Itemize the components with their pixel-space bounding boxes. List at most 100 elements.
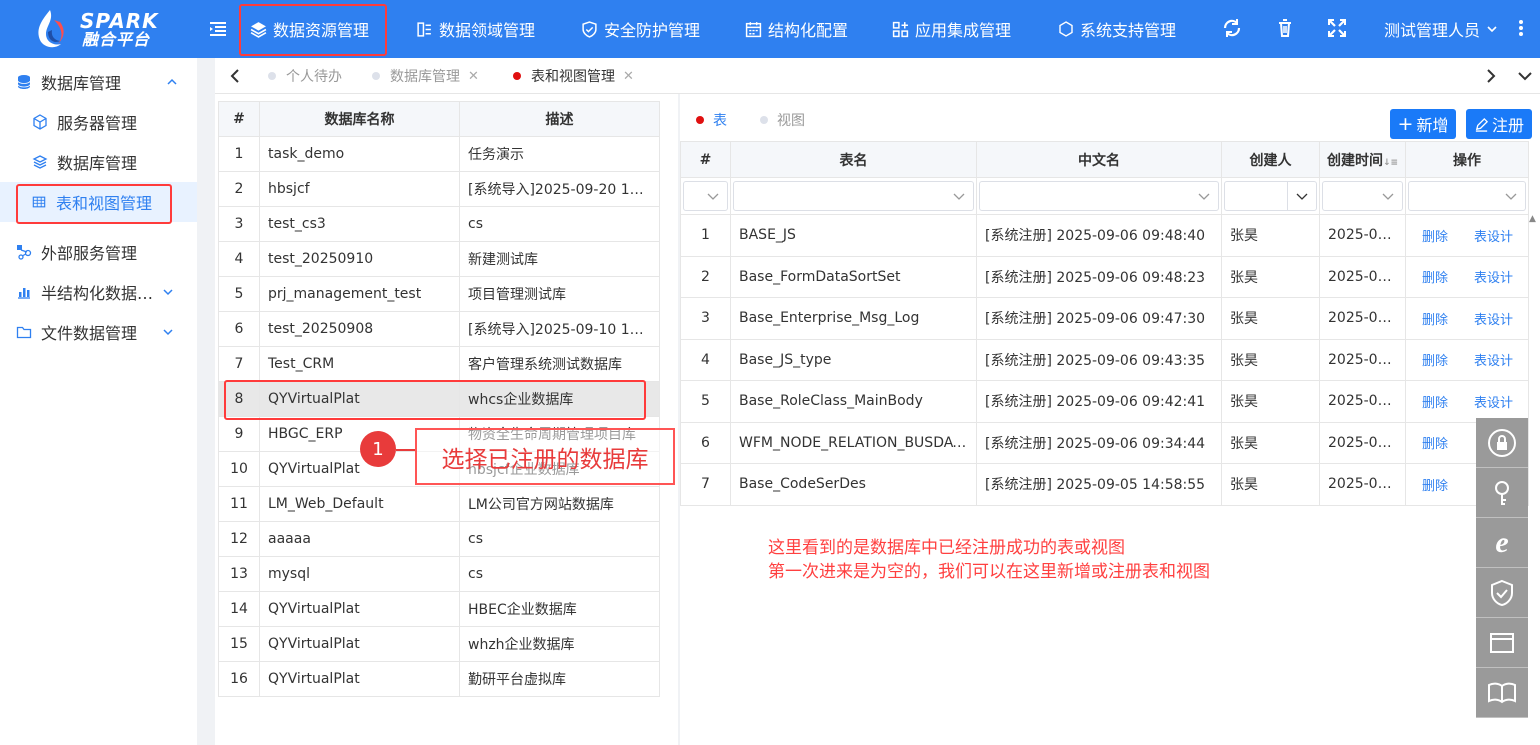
table-row[interactable]: 7 Test_CRM 客户管理系统测试数据库	[218, 346, 660, 382]
close-icon[interactable]: ✕	[623, 69, 634, 84]
table-row[interactable]: 6test_20250908[系统导入]2025-09-10 15:12:08	[218, 311, 660, 347]
user-menu[interactable]: 测试管理人员	[1384, 0, 1498, 58]
delete-link[interactable]: 删除	[1422, 479, 1448, 494]
table-row[interactable]: 8 QYVirtualPlat whcs企业数据库	[218, 381, 660, 417]
delete-link[interactable]: 删除	[1422, 313, 1448, 328]
tab-database-management[interactable]: 数据库管理 ✕	[372, 58, 479, 94]
chevron-down-icon[interactable]	[1513, 64, 1537, 88]
table-row[interactable]: 2hbsjcf[系统导入]2025-09-20 11:23:41	[218, 171, 660, 207]
row-number: 5	[680, 380, 731, 423]
table-row[interactable]: 14 QYVirtualPlat HBEC企业数据库	[218, 591, 660, 627]
add-button[interactable]: + 新增	[1390, 109, 1456, 139]
table-design-link[interactable]: 表设计	[1474, 354, 1513, 369]
subtab-tables[interactable]: 表	[696, 103, 727, 137]
table-row[interactable]: 1 task_demo 任务演示	[218, 136, 660, 172]
table-row[interactable]: 12 aaaaa cs	[218, 521, 660, 557]
table-row[interactable]: 16 QYVirtualPlat 勤研平台虚拟库	[218, 661, 660, 697]
table-row[interactable]: 1 BASE_JS [系统注册] 2025-09-06 09:48:40 张昊 2025…	[680, 214, 1529, 257]
calendar-icon	[745, 21, 762, 37]
delete-link[interactable]: 删除	[1422, 271, 1448, 286]
table-row[interactable]: 5 prj_management_test 项目管理测试库	[218, 276, 660, 312]
table-row[interactable]: 6 WFM_NODE_RELATION_BUSDATA [系统注册] 2025-09…	[680, 421, 1529, 464]
nav-item-data-resource[interactable]: 数据资源管理	[250, 0, 369, 58]
table-design-link[interactable]: 表设计	[1474, 313, 1513, 328]
nav-item-app-integration[interactable]: 应用集成管理	[892, 0, 1011, 58]
subtab-views[interactable]: 视图	[760, 103, 805, 137]
sidebar-item-database-group[interactable]: 数据库管理	[0, 62, 197, 102]
register-button[interactable]: 注册	[1466, 109, 1532, 139]
table-name: WFM_NODE_RELATION_BUSDATA	[730, 421, 977, 464]
browser-icon[interactable]: e	[1476, 518, 1528, 568]
flame-logo-icon	[38, 10, 64, 48]
close-icon[interactable]: ✕	[468, 69, 479, 84]
nav-item-security[interactable]: 安全防护管理	[581, 0, 700, 58]
delete-link[interactable]: 删除	[1422, 437, 1448, 452]
table-design-link[interactable]: 表设计	[1474, 396, 1513, 411]
column-header-label: 创建时间	[1326, 152, 1383, 169]
table-row[interactable]: 7 Base_CodeSerDes [系统注册] 2025-09-05 14:58:…	[680, 463, 1529, 506]
table-row[interactable]: 5 Base_RoleClass_MainBody [系统注册] 2025-09-0…	[680, 380, 1529, 423]
created-time: 2025-09-06 09:48:23	[1319, 255, 1406, 298]
nav-item-data-domain[interactable]: 数据领域管理	[416, 0, 535, 58]
chevron-left-icon[interactable]	[223, 64, 247, 88]
database-name: Test_CRM	[259, 346, 460, 382]
table-row[interactable]: 15 QYVirtualPlat whzh企业数据库	[218, 626, 660, 662]
table-row[interactable]: 11 LM_Web_Default LM公司官方网站数据库	[218, 486, 660, 522]
shield-check-icon[interactable]	[1476, 568, 1528, 618]
column-header: 创建人	[1221, 141, 1320, 178]
tab-label: 个人待办	[286, 69, 342, 85]
table-row[interactable]: 13 mysql cs	[218, 556, 660, 592]
delete-link[interactable]: 删除	[1422, 230, 1448, 245]
database-name: hbsjcf	[259, 171, 460, 207]
filter-select[interactable]	[979, 181, 1219, 211]
sidebar-item-database[interactable]: 数据库管理	[0, 142, 197, 182]
sidebar-item-tables-views[interactable]: 表和视图管理	[0, 182, 197, 222]
table-design-link[interactable]: 表设计	[1474, 230, 1513, 245]
sidebar-item-server[interactable]: 服务器管理	[0, 102, 197, 142]
database-name: QYVirtualPlat	[259, 626, 460, 662]
tab-tables-views[interactable]: 表和视图管理 ✕	[513, 58, 634, 94]
row-number: 13	[218, 556, 260, 592]
refresh-icon[interactable]	[1220, 16, 1244, 40]
sidebar-item-file-data[interactable]: 文件数据管理	[0, 312, 197, 352]
table-row[interactable]: 4 test_20250910 新建测试库	[218, 241, 660, 277]
window-icon[interactable]	[1476, 618, 1528, 668]
table-row[interactable]: 2 Base_FormDataSortSet [系统注册] 2025-09-06 0…	[680, 255, 1529, 298]
sidebar-item-semi-structured[interactable]: 半结构化数据管理	[0, 272, 197, 312]
sidebar-item-external-service[interactable]: 外部服务管理	[0, 232, 197, 272]
filter-select[interactable]	[683, 181, 728, 211]
fullscreen-icon[interactable]	[1325, 16, 1349, 40]
more-vertical-icon[interactable]	[1514, 16, 1528, 40]
filter-select[interactable]	[1224, 181, 1317, 211]
table-row[interactable]: 3 test_cs3 cs	[218, 206, 660, 242]
nav-item-structured-config[interactable]: 结构化配置	[745, 0, 848, 58]
table-design-link[interactable]: 表设计	[1474, 271, 1513, 286]
tab-personal-todo[interactable]: 个人待办	[268, 58, 342, 94]
filter-select[interactable]	[733, 181, 974, 211]
row-number: 3	[218, 206, 260, 242]
apps-icon	[892, 21, 909, 37]
created-time: 2025-09-06 09:42:41	[1319, 380, 1406, 423]
delete-link[interactable]: 删除	[1422, 354, 1448, 369]
trash-icon[interactable]	[1273, 16, 1297, 40]
table-row[interactable]: 4 Base_JS_type [系统注册] 2025-09-06 09:43:35 张…	[680, 338, 1529, 381]
row-number: 4	[218, 241, 260, 277]
filter-select[interactable]	[1408, 181, 1526, 211]
row-number: 15	[218, 626, 260, 662]
chevron-right-icon[interactable]	[1479, 64, 1503, 88]
table-row[interactable]: 3 Base_Enterprise_Msg_Log [系统注册] 2025-09-0…	[680, 297, 1529, 340]
delete-link[interactable]: 删除	[1422, 396, 1448, 411]
book-icon[interactable]	[1476, 668, 1528, 718]
filter-select[interactable]	[1322, 181, 1403, 211]
menu-toggle-icon[interactable]	[206, 17, 230, 41]
column-header-sortable[interactable]: 创建时间↓≡	[1319, 141, 1406, 178]
key-icon[interactable]	[1476, 468, 1528, 518]
nav-item-system-support[interactable]: 系统支持管理	[1058, 0, 1176, 58]
scroll-up-arrow[interactable]: ▲	[1529, 214, 1536, 224]
row-number: 6	[218, 311, 260, 347]
database-description: HBEC企业数据库	[459, 591, 660, 627]
lock-icon[interactable]	[1476, 418, 1528, 468]
tab-bar: 个人待办 数据库管理 ✕ 表和视图管理 ✕	[215, 58, 1540, 94]
database-name: mysql	[259, 556, 460, 592]
nav-label: 系统支持管理	[1080, 21, 1177, 40]
